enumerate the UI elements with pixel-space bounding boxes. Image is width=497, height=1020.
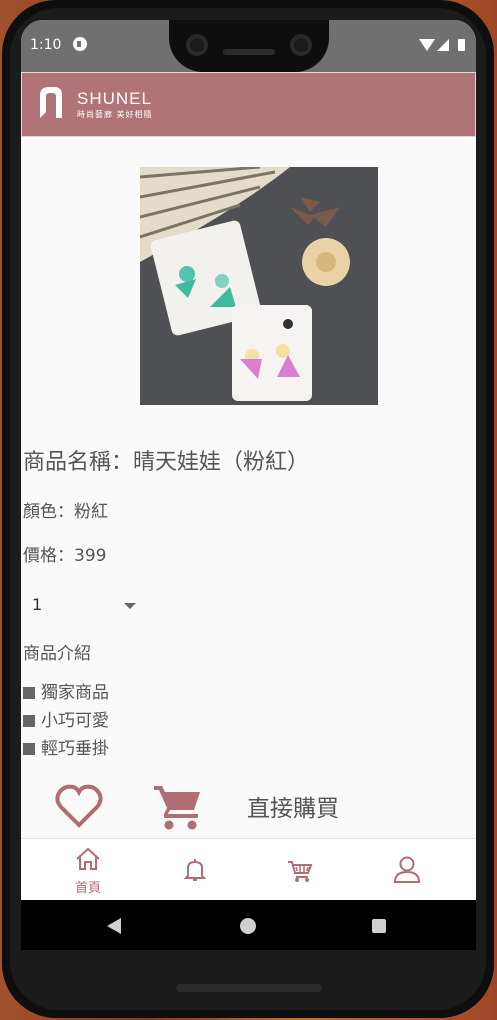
system-nav-bar xyxy=(21,900,476,950)
notch xyxy=(169,20,329,72)
product-intro-title: 商品介紹 xyxy=(23,644,91,664)
app-bar: SHUNEL 時尚藝廊 美好相隨 xyxy=(21,72,476,137)
home-icon xyxy=(76,847,100,870)
cart-icon xyxy=(288,861,313,882)
logo-text: SHUNEL xyxy=(77,89,152,108)
logo-icon xyxy=(40,87,62,118)
battery-icon xyxy=(458,39,465,51)
dropdown-arrow-icon xyxy=(124,603,136,609)
front-camera-icon xyxy=(186,34,208,56)
quantity-value: 1 xyxy=(32,595,43,614)
recent-apps-icon[interactable] xyxy=(372,919,386,933)
feature-item: 小巧可愛 xyxy=(23,706,109,731)
wifi-icon xyxy=(419,39,435,51)
earpiece-speaker xyxy=(223,49,275,55)
bullet-square-icon xyxy=(23,687,35,699)
buy-now-button[interactable]: 直接購買 xyxy=(247,788,367,824)
cart-icon xyxy=(154,786,200,830)
status-bar: 1:10 xyxy=(21,20,476,72)
product-image xyxy=(140,167,378,405)
bottom-speaker xyxy=(176,984,322,992)
product-color: 顏色：粉紅 xyxy=(23,502,108,522)
back-icon[interactable] xyxy=(107,918,121,934)
bullet-square-icon xyxy=(23,743,35,755)
feature-item: 輕巧垂掛 xyxy=(23,734,109,759)
bottom-nav: 首頁 xyxy=(21,838,476,901)
product-price: 價格：399 xyxy=(23,546,107,566)
add-to-cart-button[interactable] xyxy=(154,783,204,831)
notification-icon xyxy=(73,37,87,51)
favorite-button[interactable] xyxy=(55,783,103,829)
logo-tagline: 時尚藝廊 美好相隨 xyxy=(77,110,153,119)
signal-icon xyxy=(437,39,449,51)
home-circle-icon[interactable] xyxy=(240,918,256,934)
product-name: 商品名稱：晴天娃娃（粉紅） xyxy=(23,450,310,475)
nav-home[interactable]: 首頁 xyxy=(58,847,118,897)
quantity-select[interactable]: 1 xyxy=(23,586,141,626)
nav-notifications[interactable] xyxy=(165,847,225,897)
feature-item: 獨家商品 xyxy=(23,678,109,703)
heart-icon xyxy=(55,784,103,828)
user-icon xyxy=(393,856,421,883)
bullet-square-icon xyxy=(23,715,35,727)
front-sensor-icon xyxy=(290,34,312,56)
nav-home-label: 首頁 xyxy=(74,881,101,896)
screen: 1:10 SHUNEL 時尚藝廊 美好相隨 商品名稱：晴天娃娃（粉紅） 顏色：粉… xyxy=(21,20,476,950)
bell-icon xyxy=(183,859,207,881)
nav-cart[interactable] xyxy=(270,847,330,897)
status-time: 1:10 xyxy=(30,37,62,53)
nav-account[interactable] xyxy=(377,847,437,897)
